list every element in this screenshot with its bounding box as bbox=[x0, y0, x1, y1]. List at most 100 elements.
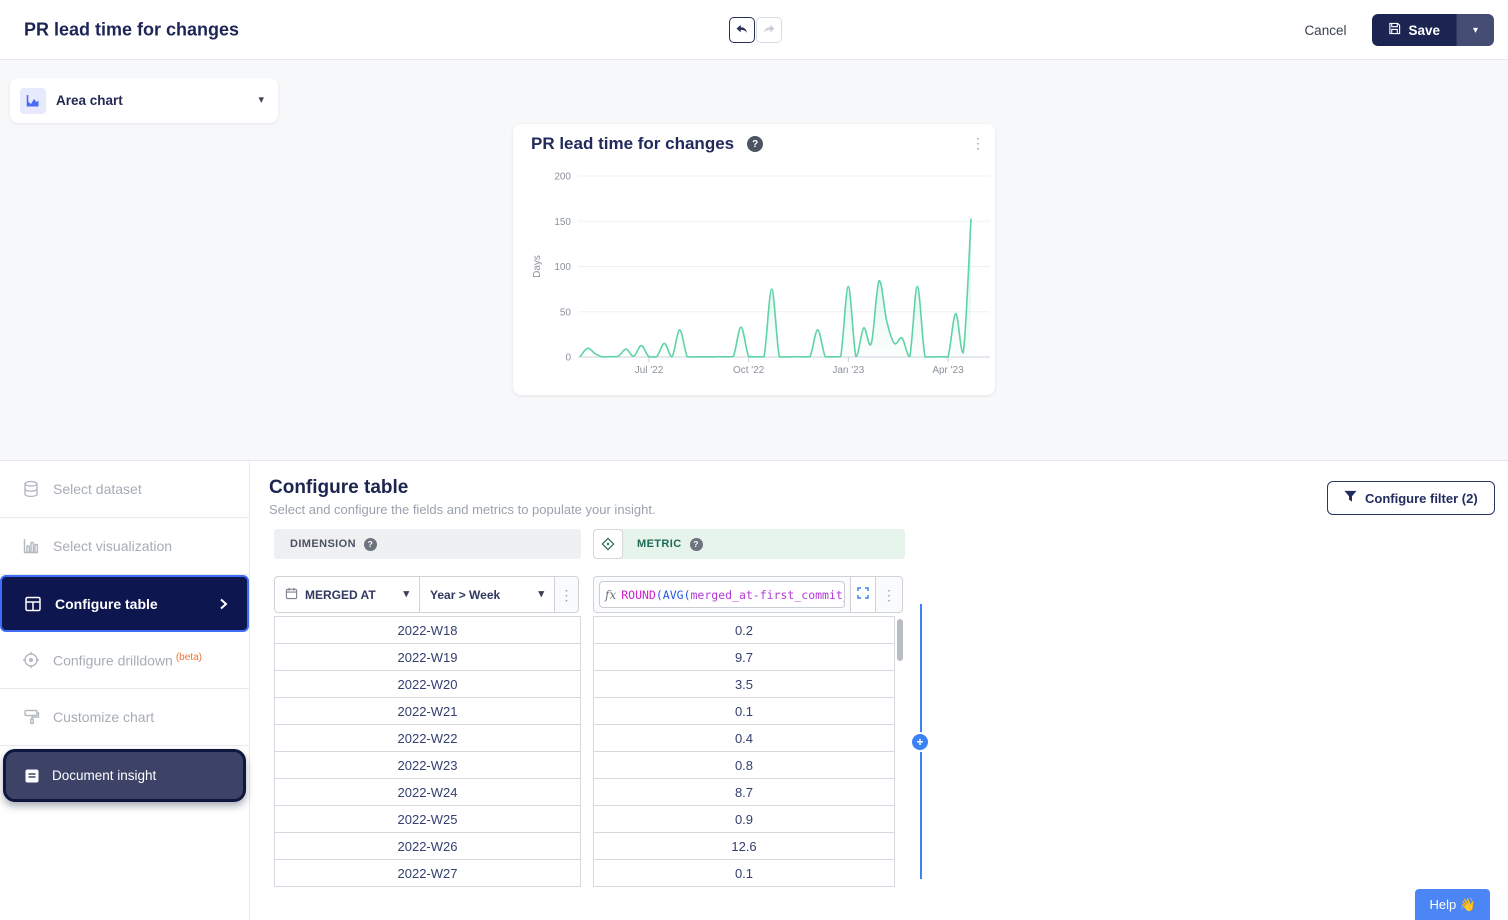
table-row-value[interactable]: 0.8 bbox=[593, 751, 895, 779]
function-icon: fx bbox=[605, 588, 616, 602]
cancel-button[interactable]: Cancel bbox=[1304, 23, 1346, 38]
chart-title: PR lead time for changes bbox=[531, 134, 734, 154]
chart-type-label: Area chart bbox=[56, 93, 123, 108]
sidebar-item-configure-table[interactable]: Configure table bbox=[0, 575, 249, 632]
table-row-week[interactable]: 2022-W20 bbox=[274, 670, 581, 698]
table-row-week[interactable]: 2022-W26 bbox=[274, 832, 581, 860]
svg-text:0: 0 bbox=[565, 353, 571, 364]
table-row-value[interactable]: 12.6 bbox=[593, 832, 895, 860]
sidebar-item-label: Select dataset bbox=[53, 481, 142, 497]
filter-icon bbox=[1344, 490, 1357, 506]
svg-text:Oct '22: Oct '22 bbox=[733, 365, 765, 376]
metric-formula-input[interactable]: fx ROUND ( AVG ( merged_at-first_commit_… bbox=[599, 581, 845, 608]
help-button[interactable]: Help 👋 bbox=[1415, 889, 1490, 920]
table-row-value[interactable]: 8.7 bbox=[593, 778, 895, 806]
area-chart-plot: 050100150200DaysJul '22Oct '22Jan '23Apr… bbox=[513, 162, 995, 395]
expand-formula-button[interactable] bbox=[850, 576, 876, 613]
sidebar-item-select-dataset[interactable]: Select dataset bbox=[0, 461, 249, 518]
table-icon bbox=[24, 595, 42, 613]
drilldown-target-icon bbox=[22, 651, 40, 669]
preview-canvas: Area chart ▾ PR lead time for changes ? … bbox=[0, 60, 1508, 460]
app-root: PR lead time for changes Cancel bbox=[0, 0, 1508, 920]
sidebar-item-label: Customize chart bbox=[53, 709, 154, 725]
database-icon bbox=[22, 480, 40, 498]
dimension-kebab-menu[interactable]: ⋮ bbox=[554, 576, 579, 613]
document-icon bbox=[24, 768, 40, 784]
svg-text:Apr '23: Apr '23 bbox=[932, 365, 964, 376]
table-row-week[interactable]: 2022-W21 bbox=[274, 697, 581, 725]
svg-text:150: 150 bbox=[554, 217, 571, 228]
table-row-week[interactable]: 2022-W23 bbox=[274, 751, 581, 779]
customize-chart-icon bbox=[22, 708, 40, 726]
table-row-value[interactable]: 0.4 bbox=[593, 724, 895, 752]
configure-workspace: Select dataset Select visualization Conf… bbox=[0, 460, 1508, 920]
table-row-week[interactable]: 2022-W24 bbox=[274, 778, 581, 806]
kebab-icon: ⋮ bbox=[560, 588, 574, 602]
table-row-value[interactable]: 0.2 bbox=[593, 616, 895, 644]
chart-type-selector[interactable]: Area chart ▾ bbox=[10, 78, 278, 123]
sidebar-item-document-insight[interactable]: Document insight bbox=[3, 749, 246, 802]
redo-button[interactable] bbox=[756, 17, 782, 43]
metric-kebab-menu[interactable]: ⋮ bbox=[875, 576, 903, 613]
add-column-button[interactable]: + bbox=[912, 734, 928, 750]
chevron-down-icon: ▾ bbox=[538, 589, 544, 600]
table-row-value[interactable]: 0.1 bbox=[593, 697, 895, 725]
metric-scrollbar-thumb[interactable] bbox=[897, 619, 903, 661]
beta-badge: (beta) bbox=[176, 652, 202, 663]
table-row-week[interactable]: 2022-W25 bbox=[274, 805, 581, 833]
redo-icon bbox=[762, 22, 776, 39]
undo-button[interactable] bbox=[729, 17, 755, 43]
chart-preview-card: PR lead time for changes ? ⋮ 05010015020… bbox=[513, 124, 995, 395]
table-row-value[interactable]: 3.5 bbox=[593, 670, 895, 698]
chevron-down-icon: ▾ bbox=[258, 95, 264, 106]
table-row-value[interactable]: 0.9 bbox=[593, 805, 895, 833]
panel-subtitle: Select and configure the fields and metr… bbox=[269, 502, 656, 517]
area-chart-icon bbox=[20, 88, 46, 114]
undo-icon bbox=[735, 22, 749, 39]
kebab-icon: ⋮ bbox=[882, 588, 896, 602]
metric-column-header: METRIC ? bbox=[593, 529, 905, 559]
sidebar-item-label: Configure drilldown(beta) bbox=[53, 652, 202, 669]
metric-formula-cell: fx ROUND ( AVG ( merged_at-first_commit_… bbox=[593, 576, 851, 613]
metric-help-icon[interactable]: ? bbox=[690, 538, 703, 551]
topbar: PR lead time for changes Cancel bbox=[0, 0, 1508, 60]
dimension-rows: 2022-W182022-W192022-W202022-W212022-W22… bbox=[274, 616, 581, 887]
table-row-week[interactable]: 2022-W18 bbox=[274, 616, 581, 644]
table-row-value[interactable]: 0.1 bbox=[593, 859, 895, 887]
undo-redo-group bbox=[729, 17, 782, 43]
bar-chart-icon bbox=[22, 537, 40, 555]
table-row-value[interactable]: 9.7 bbox=[593, 643, 895, 671]
table-row-week[interactable]: 2022-W22 bbox=[274, 724, 581, 752]
sidebar-item-configure-drilldown[interactable]: Configure drilldown(beta) bbox=[0, 632, 249, 689]
chart-card-header: PR lead time for changes ? bbox=[531, 134, 763, 154]
save-dropdown-button[interactable]: ▾ bbox=[1456, 14, 1494, 46]
metric-table-header: fx ROUND ( AVG ( merged_at-first_commit_… bbox=[593, 576, 903, 613]
table-row-week[interactable]: 2022-W27 bbox=[274, 859, 581, 887]
save-button[interactable]: Save bbox=[1372, 14, 1456, 46]
svg-text:50: 50 bbox=[560, 307, 572, 318]
configure-filter-button[interactable]: Configure filter (2) bbox=[1327, 481, 1495, 515]
sidebar-item-customize-chart[interactable]: Customize chart bbox=[0, 689, 249, 746]
dimension-granularity-dropdown[interactable]: Year > Week ▾ bbox=[419, 576, 555, 613]
chevron-right-icon bbox=[217, 598, 229, 610]
sidebar-item-label: Document insight bbox=[52, 768, 156, 783]
chart-help-icon[interactable]: ? bbox=[747, 136, 763, 152]
chart-kebab-menu-icon[interactable]: ⋮ bbox=[971, 136, 985, 150]
sidebar: Select dataset Select visualization Conf… bbox=[0, 461, 250, 920]
dimension-help-icon[interactable]: ? bbox=[364, 538, 377, 551]
configure-table-panel: Configure table Select and configure the… bbox=[250, 461, 1508, 920]
svg-text:Jul '22: Jul '22 bbox=[635, 365, 664, 376]
dimension-field-dropdown[interactable]: MERGED AT ▾ bbox=[274, 576, 420, 613]
dimension-table-header: MERGED AT ▾ Year > Week ▾ ⋮ bbox=[274, 576, 579, 613]
save-split-button: Save ▾ bbox=[1372, 14, 1494, 46]
save-icon bbox=[1388, 22, 1401, 38]
topbar-actions: Cancel Save ▾ bbox=[1304, 14, 1494, 46]
sidebar-item-select-visualization[interactable]: Select visualization bbox=[0, 518, 249, 575]
calendar-icon bbox=[285, 587, 298, 603]
dimension-column-header: DIMENSION ? bbox=[274, 529, 581, 559]
chevron-down-icon: ▾ bbox=[403, 589, 409, 600]
expand-icon bbox=[857, 586, 869, 604]
sidebar-item-label: Configure table bbox=[55, 596, 158, 612]
table-row-week[interactable]: 2022-W19 bbox=[274, 643, 581, 671]
svg-text:Jan '23: Jan '23 bbox=[832, 365, 864, 376]
